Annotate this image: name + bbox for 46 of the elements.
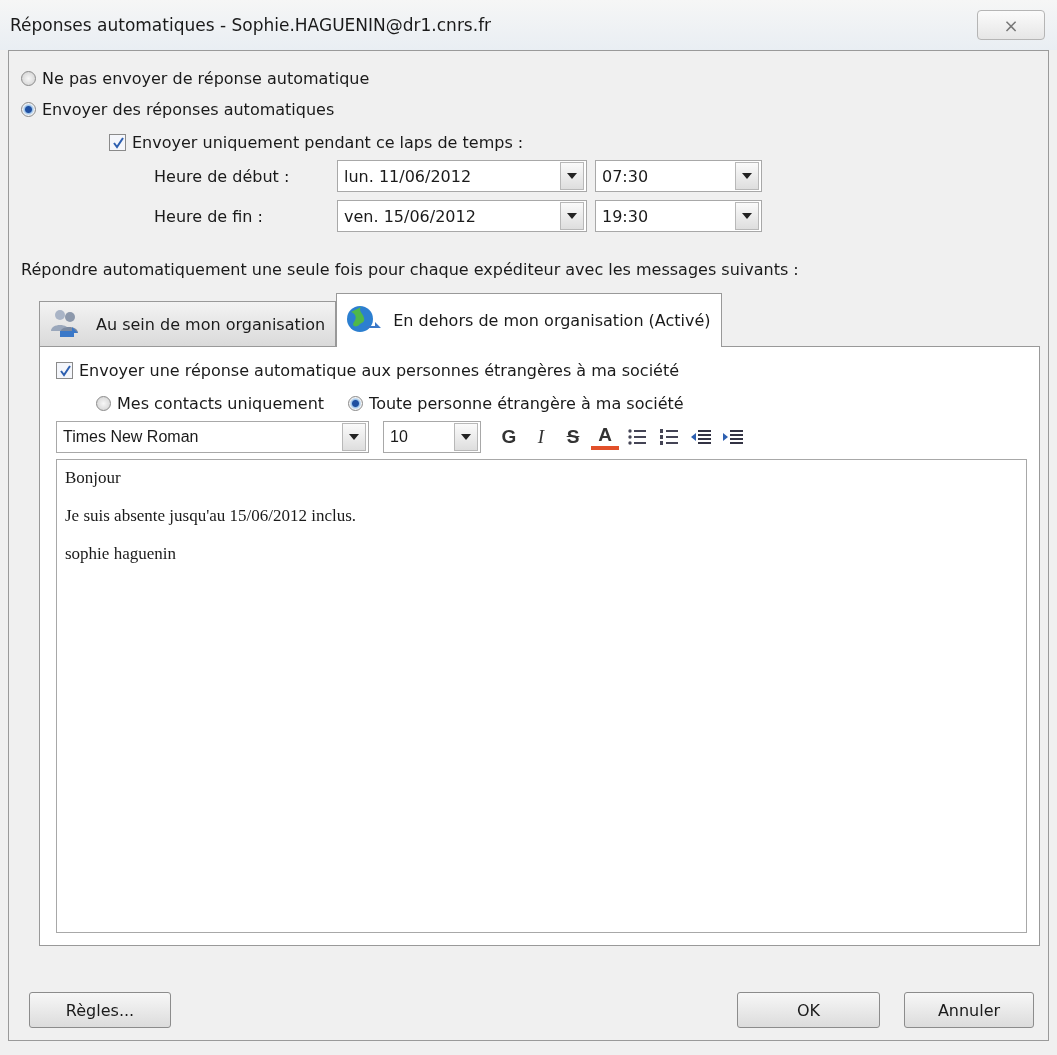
radio-button[interactable] (21, 71, 36, 86)
radio-button[interactable] (96, 396, 111, 411)
time-dropdown[interactable]: 19:30 (595, 200, 762, 232)
decrease-indent-icon (690, 428, 712, 446)
italic-button[interactable]: I (527, 423, 555, 451)
radio-label: Mes contacts uniquement (117, 394, 325, 413)
instruction-text: Répondre automatiquement une seule fois pour chaque expéditeur avec les messages suivants : (21, 260, 799, 279)
checkbox[interactable] (56, 362, 73, 379)
ok-button[interactable]: OK (737, 992, 880, 1028)
dropdown-arrow-icon (349, 434, 359, 440)
field-label: Heure de début : (154, 166, 291, 186)
dropdown-arrow-icon (742, 173, 752, 179)
date-picker[interactable]: ven. 15/06/2012 (337, 200, 587, 232)
font-size-dropdown[interactable]: 10 (383, 421, 481, 453)
dropdown-arrow-icon (567, 173, 577, 179)
date-picker[interactable]: lun. 11/06/2012 (337, 160, 587, 192)
radio-label: Envoyer des réponses automatiques (42, 100, 335, 119)
radio-label: Toute personne étrangère à ma société (369, 394, 684, 413)
checkbox-label: Envoyer une réponse automatique aux personnes étrangères à ma société (79, 361, 680, 380)
message-text: Bonjour (65, 468, 122, 488)
rules-button[interactable]: Règles... (29, 992, 171, 1028)
message-editor[interactable]: Bonjour Je suis absente jusqu'au 15/06/2012 inclus. sophie haguenin (56, 459, 1027, 933)
checkbox-label: Envoyer uniquement pendant ce laps de temps : (132, 133, 524, 152)
checkbox[interactable] (109, 134, 126, 151)
radio-button[interactable] (348, 396, 364, 411)
window-title: Réponses automatiques - Sophie.HAGUENIN@dr1.cnrs.fr (10, 15, 492, 35)
message-text: sophie haguenin (65, 544, 177, 564)
cancel-button[interactable]: Annuler (904, 992, 1034, 1028)
radio-button[interactable] (21, 102, 36, 117)
tab[interactable]: En dehors de mon organisation (Activé) (336, 293, 722, 347)
time-dropdown[interactable]: 07:30 (595, 160, 762, 192)
dropdown-arrow-icon (461, 434, 471, 440)
dropdown-arrow-icon (567, 213, 577, 219)
bullet-list-icon (627, 428, 647, 446)
field-label: Heure de fin : (154, 206, 264, 226)
increase-indent-icon (722, 428, 744, 446)
message-text: Je suis absente jusqu'au 15/06/2012 inclus. (65, 506, 358, 526)
numbered-list-icon (659, 428, 679, 446)
tab[interactable]: Au sein de mon organisation (39, 301, 337, 347)
font-color-button[interactable]: A (591, 424, 619, 450)
font-dropdown[interactable]: Times New Roman (56, 421, 369, 453)
dropdown-arrow-icon (742, 213, 752, 219)
bold-button[interactable]: G (495, 423, 523, 451)
radio-label: Ne pas envoyer de réponse automatique (42, 69, 370, 88)
close-button[interactable]: ⨯ (977, 10, 1045, 40)
strikethrough-button[interactable]: S (559, 423, 587, 451)
